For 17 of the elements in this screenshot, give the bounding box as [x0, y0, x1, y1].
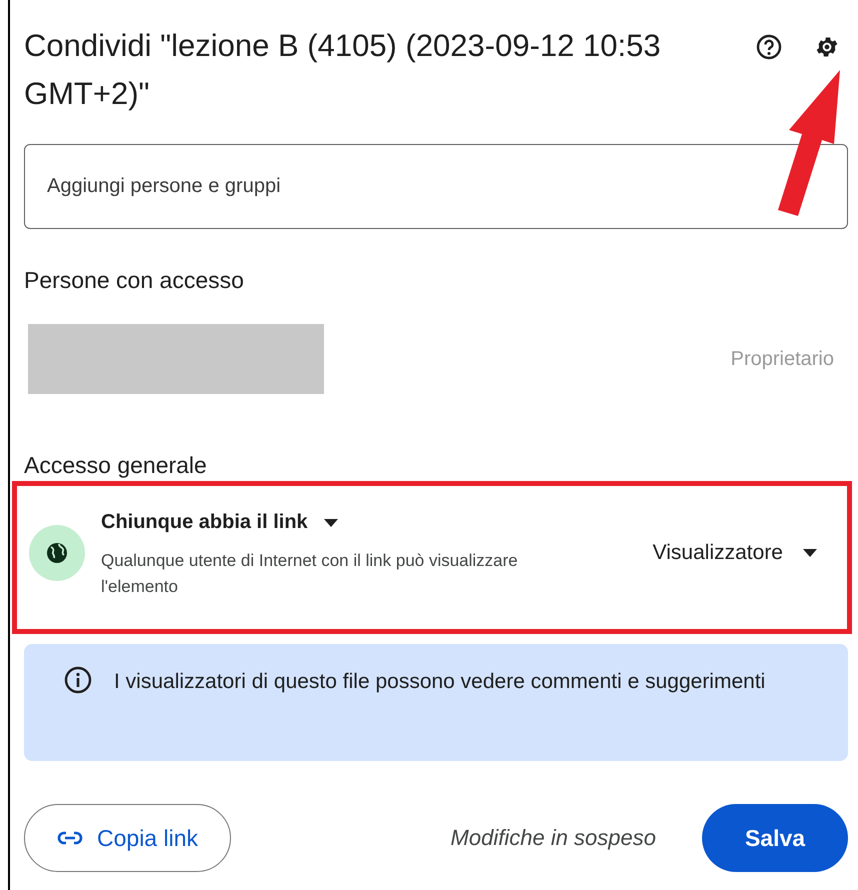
role-dropdown[interactable]: Visualizzatore — [652, 540, 817, 564]
help-icon[interactable] — [756, 34, 782, 60]
save-button[interactable]: Salva — [702, 804, 848, 872]
caret-icon — [324, 518, 338, 526]
info-icon — [64, 666, 92, 694]
copy-link-button[interactable]: Copia link — [24, 804, 231, 872]
link-icon — [57, 831, 83, 845]
access-scope-dropdown[interactable]: Chiunque abbia il link — [101, 511, 338, 534]
info-text: I visualizzatori di questo file possono vedere commenti e suggerimenti — [114, 669, 766, 695]
caret-icon — [803, 548, 817, 556]
general-access-heading: Accesso generale — [24, 452, 208, 479]
role-label: Proprietario — [730, 348, 835, 370]
access-description: Qualunque utente di Internet con il link può visualizzare l'elemento — [101, 550, 519, 598]
people-heading: Persone con accesso — [24, 267, 245, 294]
pending-changes-text: Modifiche in sospeso — [450, 825, 656, 851]
add-people-field[interactable]: Aggiungi persone e gruppi — [24, 144, 848, 229]
dialog-title: Condividi "lezione B (4105) (2023-09-12 10:53 GMT+2)" — [24, 27, 662, 113]
